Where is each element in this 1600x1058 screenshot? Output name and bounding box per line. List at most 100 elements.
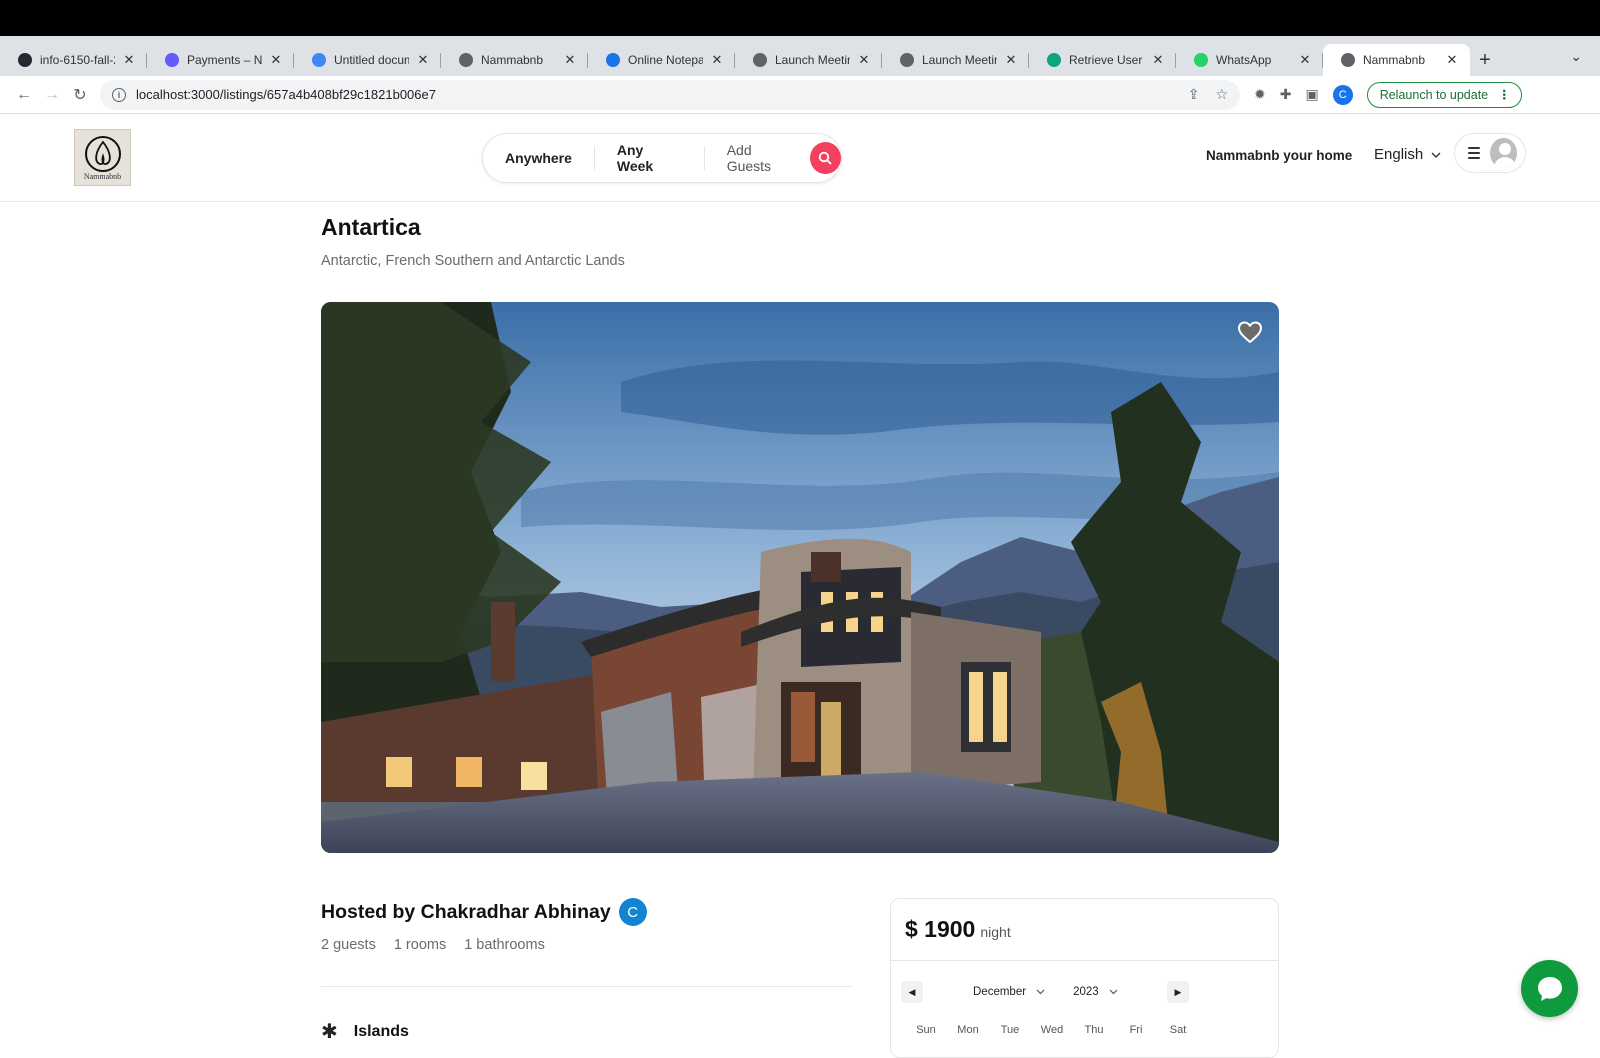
chevron-down-icon bbox=[1036, 989, 1045, 995]
listing-stats: 2 guests 1 rooms 1 bathrooms bbox=[321, 937, 545, 953]
search-add-guests[interactable]: Add Guests bbox=[705, 142, 810, 174]
globe-icon bbox=[900, 53, 914, 67]
docs-icon bbox=[312, 53, 326, 67]
close-tab-icon[interactable]: ✕ bbox=[1150, 52, 1166, 68]
listing-photo bbox=[321, 302, 1279, 853]
notepad-icon bbox=[606, 53, 620, 67]
year-label: 2023 bbox=[1073, 986, 1099, 998]
tab-search-chevron-icon[interactable]: ⌄ bbox=[1570, 48, 1582, 65]
address-bar: ← → ↻ i localhost:3000/listings/657a4b40… bbox=[0, 76, 1600, 114]
close-tab-icon[interactable]: ✕ bbox=[121, 52, 137, 68]
search-button[interactable] bbox=[809, 142, 841, 174]
browser-tab[interactable]: Nammabnb ✕ bbox=[1323, 44, 1470, 76]
search-anywhere[interactable]: Anywhere bbox=[483, 150, 594, 166]
section-divider bbox=[321, 986, 853, 987]
category-label: Islands bbox=[353, 1022, 409, 1040]
tab-strip: info-6150-fall-2✕Payments – New✕Untitled… bbox=[0, 36, 1600, 76]
globe-icon bbox=[753, 53, 767, 67]
new-tab-button[interactable]: + bbox=[1470, 44, 1500, 76]
tab-title: Launch Meeting bbox=[775, 53, 850, 67]
month-label: December bbox=[973, 986, 1027, 998]
search-bar[interactable]: Anywhere Any Week Add Guests bbox=[482, 133, 842, 183]
price-unit: night bbox=[980, 923, 1011, 940]
chat-widget-button[interactable] bbox=[1521, 960, 1578, 1017]
browser-tab[interactable]: WhatsApp ✕ bbox=[1176, 44, 1323, 76]
room-count: 1 rooms bbox=[393, 937, 447, 953]
weekday-label: Tue bbox=[1000, 1024, 1020, 1036]
close-tab-icon[interactable]: ✕ bbox=[1444, 52, 1460, 68]
browser-tab[interactable]: info-6150-fall-2 ✕ bbox=[0, 44, 147, 76]
user-menu-button[interactable] bbox=[1454, 133, 1526, 173]
site-logo[interactable]: Nammabnb bbox=[74, 129, 131, 186]
close-tab-icon[interactable]: ✕ bbox=[268, 52, 284, 68]
openai-icon bbox=[1047, 53, 1061, 67]
close-tab-icon[interactable]: ✕ bbox=[709, 52, 725, 68]
favorite-heart-icon[interactable] bbox=[1238, 321, 1262, 343]
nightly-price: $ 1900 bbox=[905, 916, 976, 942]
close-tab-icon[interactable]: ✕ bbox=[415, 52, 431, 68]
forward-arrow-icon[interactable]: → bbox=[38, 81, 66, 109]
weekday-label: Sun bbox=[916, 1024, 936, 1036]
search-any-week[interactable]: Any Week bbox=[595, 142, 704, 174]
github-icon bbox=[18, 53, 32, 67]
host-your-home-link[interactable]: Nammabnb your home bbox=[1206, 148, 1352, 163]
hosted-by-label: Hosted by Chakradhar Abhinay bbox=[321, 900, 611, 923]
month-select[interactable]: December bbox=[973, 986, 1045, 998]
url-text[interactable]: localhost:3000/listings/657a4b408bf29c18… bbox=[136, 87, 1172, 102]
site-header: Nammabnb Anywhere Any Week Add Guests Na… bbox=[0, 114, 1600, 202]
browser-tab[interactable]: Launch Meeting ✕ bbox=[882, 44, 1029, 76]
close-tab-icon[interactable]: ✕ bbox=[856, 52, 872, 68]
year-select[interactable]: 2023 bbox=[1073, 986, 1118, 998]
booking-card: $ 1900 night ◀ December 2023 ▶ Sun Mon Tue… bbox=[890, 898, 1279, 1058]
extensions-puzzle-icon[interactable]: ✚ bbox=[1280, 86, 1292, 103]
close-tab-icon[interactable]: ✕ bbox=[1297, 52, 1313, 68]
globe-icon bbox=[1341, 53, 1355, 67]
globe-icon bbox=[459, 53, 473, 67]
listing-category: ✱ Islands bbox=[321, 1019, 409, 1044]
relaunch-label: Relaunch to update bbox=[1379, 87, 1489, 102]
chat-bubble-icon bbox=[1537, 976, 1562, 1001]
weekday-label: Mon bbox=[957, 1024, 979, 1036]
side-panel-icon[interactable]: ▣ bbox=[1305, 86, 1318, 103]
browser-tab[interactable]: Launch Meeting ✕ bbox=[735, 44, 882, 76]
calendar-weekdays: Sun Mon Tue Wed Thu Fri Sat bbox=[905, 1024, 1199, 1036]
tab-title: Nammabnb bbox=[1363, 53, 1426, 67]
logo-text: Nammabnb bbox=[83, 172, 122, 181]
back-arrow-icon[interactable]: ← bbox=[10, 81, 38, 109]
language-select[interactable]: English bbox=[1374, 146, 1441, 163]
palm-tree-icon: ✱ bbox=[321, 1021, 338, 1043]
tab-title: Launch Meeting bbox=[922, 53, 997, 67]
browser-tab[interactable]: Nammabnb ✕ bbox=[441, 44, 588, 76]
prev-month-arrow-icon[interactable]: ◀ bbox=[901, 981, 923, 1003]
reload-icon[interactable]: ↻ bbox=[66, 81, 94, 109]
weekday-label: Fri bbox=[1129, 1024, 1143, 1036]
browser-tab[interactable]: Retrieve User In ✕ bbox=[1029, 44, 1176, 76]
profile-avatar[interactable]: C bbox=[1332, 84, 1353, 105]
browser-tab[interactable]: Untitled docume ✕ bbox=[294, 44, 441, 76]
tab-title: Online Notepad bbox=[628, 53, 703, 67]
bookmark-star-icon[interactable]: ☆ bbox=[1215, 86, 1228, 103]
host-avatar: C bbox=[618, 898, 647, 926]
logo-emblem-icon bbox=[84, 136, 121, 172]
more-vert-icon[interactable]: ⋮ bbox=[1498, 87, 1511, 102]
tab-title: Untitled docume bbox=[334, 53, 409, 67]
language-label: English bbox=[1374, 146, 1424, 163]
next-month-arrow-icon[interactable]: ▶ bbox=[1167, 981, 1189, 1003]
url-bar[interactable]: i localhost:3000/listings/657a4b408bf29c… bbox=[100, 79, 1240, 110]
listing-heading: Antartica Antarctic, French Southern and… bbox=[321, 214, 1279, 269]
calendar-navigation: ◀ December 2023 ▶ bbox=[901, 981, 1271, 1003]
close-tab-icon[interactable]: ✕ bbox=[1003, 52, 1019, 68]
extension-bug-icon[interactable]: ✹ bbox=[1254, 86, 1266, 103]
search-icon bbox=[819, 151, 832, 165]
browser-tab[interactable]: Payments – New ✕ bbox=[147, 44, 294, 76]
site-info-icon[interactable]: i bbox=[112, 87, 126, 102]
browser-tab[interactable]: Online Notepad ✕ bbox=[588, 44, 735, 76]
weekday-label: Wed bbox=[1040, 1024, 1064, 1036]
close-tab-icon[interactable]: ✕ bbox=[562, 52, 578, 68]
price-row: $ 1900 night bbox=[891, 899, 1278, 961]
tab-title: Retrieve User In bbox=[1069, 53, 1144, 67]
whatsapp-icon bbox=[1194, 53, 1208, 67]
share-icon[interactable]: ⇪ bbox=[1188, 86, 1200, 103]
weekday-label: Thu bbox=[1084, 1024, 1104, 1036]
relaunch-button[interactable]: Relaunch to update ⋮ bbox=[1366, 81, 1522, 108]
